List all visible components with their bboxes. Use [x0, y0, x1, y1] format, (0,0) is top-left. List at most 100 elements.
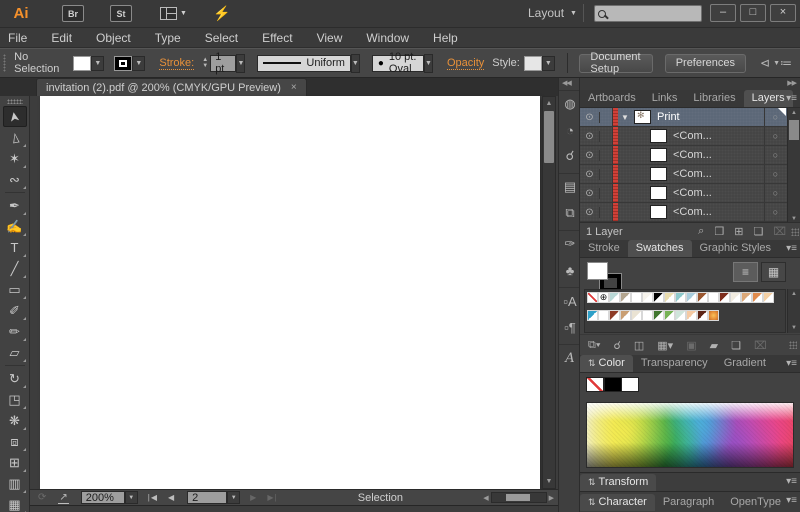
- target-circle-icon[interactable]: ○: [764, 146, 786, 164]
- swatch-#5e2516[interactable]: [697, 310, 708, 321]
- scroll-down-icon[interactable]: ▼: [543, 475, 555, 488]
- grid-view-icon[interactable]: ▦: [761, 262, 786, 282]
- zoom-level-field[interactable]: 200%: [81, 491, 125, 504]
- search-input[interactable]: [606, 8, 701, 19]
- swatch-libraries-icon[interactable]: ⧉▾: [588, 339, 600, 352]
- swatch-#7e2e1d[interactable]: [719, 292, 730, 303]
- swatch-#e08b4d[interactable]: [752, 292, 763, 303]
- stroke-panel-link[interactable]: Stroke:: [159, 57, 194, 70]
- chevron-down-icon[interactable]: ▼: [91, 56, 104, 71]
- swatch-kinds-icon[interactable]: ◫: [634, 339, 644, 352]
- layer-name[interactable]: <Com...: [673, 168, 712, 180]
- swatch-#b3a58f[interactable]: [620, 292, 631, 303]
- curvature-tool[interactable]: ✍: [3, 216, 27, 237]
- rectangle-tool[interactable]: ▭: [3, 279, 27, 300]
- document-setup-button[interactable]: Document Setup: [579, 54, 652, 73]
- preferences-button[interactable]: Preferences: [665, 54, 746, 73]
- expand-dock-icon[interactable]: ◀◀: [559, 78, 579, 90]
- menu-object[interactable]: Object: [84, 31, 143, 45]
- layers-scroll-thumb[interactable]: [789, 120, 799, 140]
- stock-button[interactable]: St: [110, 5, 132, 22]
- swatch-#ffffff[interactable]: [598, 310, 609, 321]
- chevron-down-icon[interactable]: ▼: [132, 56, 145, 71]
- align-glyph-control[interactable]: ⊲ ▼: [760, 56, 780, 70]
- horizontal-scroll-thumb[interactable]: [506, 494, 530, 501]
- white-swatch[interactable]: [622, 378, 638, 391]
- collapse-dock-icon[interactable]: ▶▶: [580, 78, 800, 90]
- style-select[interactable]: ▼: [524, 56, 555, 71]
- fill-swatch[interactable]: [73, 56, 91, 71]
- brushes-icon[interactable]: ✑: [559, 231, 581, 257]
- menu-select[interactable]: Select: [193, 31, 250, 45]
- delete-layer-icon[interactable]: ⌧: [773, 225, 786, 238]
- layer-thumbnail[interactable]: [650, 167, 667, 181]
- width-tool[interactable]: ❋: [3, 410, 27, 431]
- tab-paragraph[interactable]: Paragraph: [655, 494, 722, 511]
- magic-wand-tool[interactable]: ✶: [3, 148, 27, 169]
- tab-swatches[interactable]: Swatches: [628, 240, 692, 257]
- lock-column[interactable]: [600, 146, 613, 164]
- stroke-swatch[interactable]: [114, 56, 132, 71]
- swatch-#f6f3ec[interactable]: [642, 292, 653, 303]
- swatch-#c99e72[interactable]: [620, 310, 631, 321]
- scroll-down-icon[interactable]: ▼: [788, 323, 800, 333]
- chevron-down-icon[interactable]: ▼: [424, 54, 433, 73]
- swatch-#ffffff[interactable]: [708, 292, 719, 303]
- swatch-#f5caa3[interactable]: [686, 310, 697, 321]
- tab-artboards[interactable]: Artboards: [580, 90, 644, 107]
- panel-grip[interactable]: [3, 54, 6, 72]
- layer-row[interactable]: ⊙<Com...○: [580, 127, 800, 146]
- visibility-eye-icon[interactable]: ⊙: [580, 112, 600, 123]
- eraser-tool[interactable]: ▱: [3, 342, 27, 363]
- swatch-detail-icon[interactable]: ▣: [686, 339, 696, 352]
- lock-column[interactable]: [600, 184, 613, 202]
- swatch-#f1ebdf[interactable]: [730, 292, 741, 303]
- vertical-scrollbar[interactable]: ▲ ▼: [542, 96, 556, 489]
- delete-swatch-icon[interactable]: ⌧: [754, 339, 767, 352]
- swatch-#76b254[interactable]: [664, 310, 675, 321]
- menu-file[interactable]: File: [0, 31, 39, 45]
- new-color-group-icon[interactable]: ▰: [710, 339, 718, 352]
- scroll-left-icon[interactable]: ◀: [483, 494, 488, 502]
- horizontal-scroll-track[interactable]: [491, 492, 547, 503]
- layer-name[interactable]: <Com...: [673, 130, 712, 142]
- stroke-weight-field[interactable]: 1 pt: [210, 55, 236, 72]
- menu-effect[interactable]: Effect: [250, 31, 304, 45]
- swatch-#2fa0c8[interactable]: [587, 310, 598, 321]
- disclosure-triangle-icon[interactable]: ▼: [618, 113, 632, 122]
- swatch-options-icon[interactable]: ▦▾: [657, 339, 673, 352]
- lock-column[interactable]: [600, 165, 613, 183]
- tab-color[interactable]: ⇅Color: [580, 355, 633, 372]
- rotate-tool[interactable]: ↻: [3, 368, 27, 389]
- tab-transform[interactable]: ⇅Transform: [580, 474, 656, 491]
- control-panel-menu-icon[interactable]: ≔: [780, 56, 792, 70]
- layers-scrollbar[interactable]: ▲ ▼: [787, 108, 800, 222]
- align-icon[interactable]: ▤: [559, 174, 581, 200]
- layer-row[interactable]: ⊙▼Print○: [580, 108, 800, 127]
- selection-tool[interactable]: ➤: [3, 106, 27, 127]
- layer-thumbnail[interactable]: [650, 186, 667, 200]
- layer-thumbnail[interactable]: [634, 110, 651, 124]
- color-themes-icon[interactable]: ☌: [613, 339, 620, 352]
- free-transform-tool[interactable]: ⧈: [3, 431, 27, 452]
- swatch-#dca878[interactable]: [741, 292, 752, 303]
- chevron-down-icon[interactable]: ▼: [236, 54, 245, 73]
- lock-column[interactable]: [600, 203, 613, 221]
- perspective-grid-tool[interactable]: ▦: [3, 494, 27, 512]
- clipping-mask-icon[interactable]: ❒: [714, 225, 724, 238]
- swatches-scrollbar[interactable]: ▲ ▼: [787, 289, 800, 333]
- layer-thumbnail[interactable]: [650, 148, 667, 162]
- brush-select[interactable]: ● 10 pt. Oval: [372, 55, 424, 72]
- layer-name[interactable]: Print: [657, 111, 680, 123]
- swatch-#41762f[interactable]: [653, 310, 664, 321]
- lock-column[interactable]: [600, 127, 613, 145]
- chevron-down-icon[interactable]: ▼: [351, 54, 360, 73]
- visibility-eye-icon[interactable]: ⊙: [580, 150, 600, 161]
- width-profile-select[interactable]: Uniform: [257, 55, 351, 72]
- scroll-up-icon[interactable]: ▲: [543, 97, 555, 110]
- horizontal-scrollbar[interactable]: ◀ ▶: [483, 492, 554, 503]
- swatch-#ffffff[interactable]: [642, 310, 653, 321]
- menu-view[interactable]: View: [305, 31, 355, 45]
- swatch-#000000[interactable]: [653, 292, 664, 303]
- opacity-panel-link[interactable]: Opacity: [447, 57, 484, 70]
